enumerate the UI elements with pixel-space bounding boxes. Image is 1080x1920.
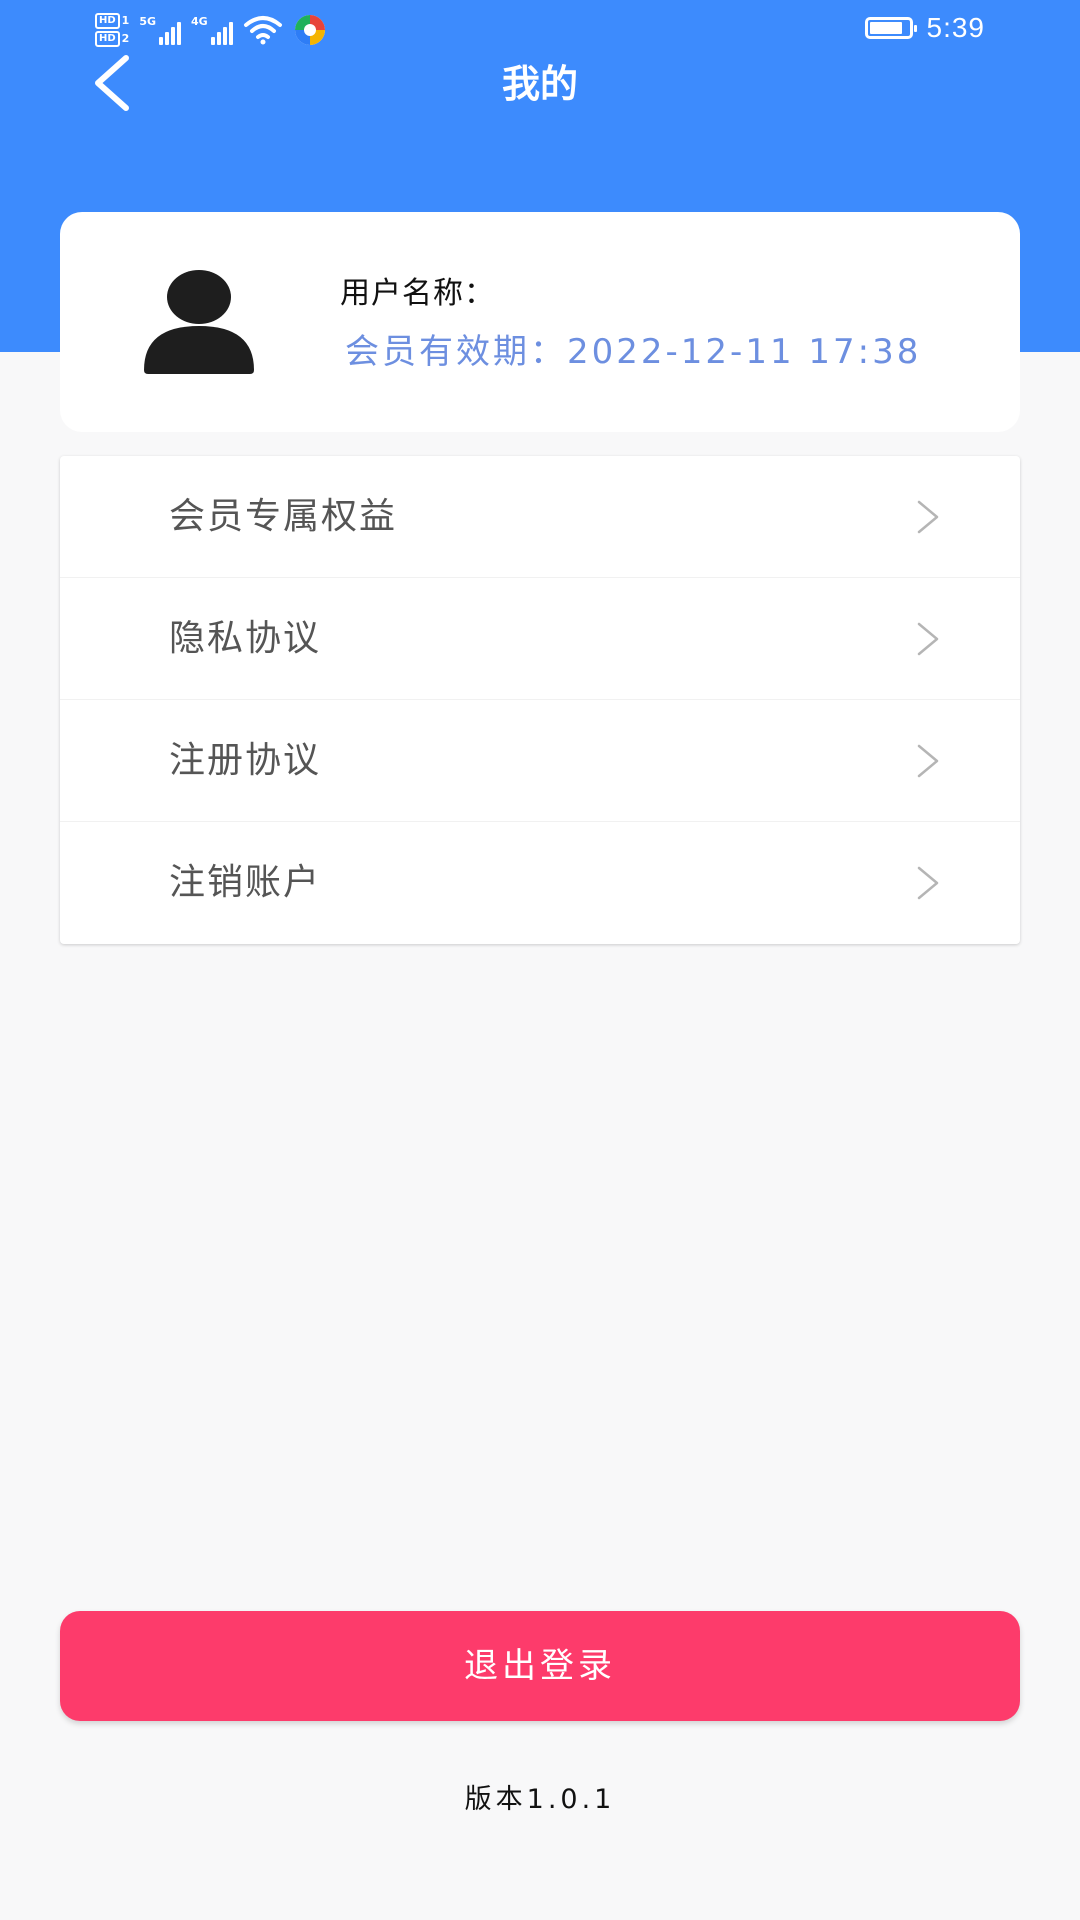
signal-bar [228, 22, 233, 45]
menu-item-label: 注册协议 [169, 740, 322, 781]
signal-5g-icon: 5G [139, 15, 182, 45]
version-label: 版本1.0.1 [464, 1784, 616, 1815]
signal-bar [171, 27, 176, 45]
status-bar: HD 1 HD 2 5G 4G 5:39 [0, 0, 1080, 58]
username-label: 用户名称： [340, 276, 495, 311]
menu-item-label: 会员专属权益 [169, 496, 398, 537]
menu-item-registration-agreement[interactable]: 注册协议 [60, 700, 1020, 822]
sim1-hd-badge: HD 1 [95, 13, 129, 29]
signal-bar [216, 32, 221, 45]
sim-indicators: HD 1 HD 2 [95, 13, 129, 47]
hd-icon: HD [95, 13, 120, 29]
sim2-hd-badge: HD 2 [95, 31, 129, 47]
status-left-icons: HD 1 HD 2 5G 4G [95, 6, 327, 54]
membership-expiry: 会员有效期：2022-12-11 17:38 [345, 332, 922, 372]
app-notification-icon [294, 15, 325, 45]
menu-item-delete-account[interactable]: 注销账户 [60, 822, 1020, 944]
menu-list: 会员专属权益 隐私协议 注册协议 注销账户 [60, 456, 1020, 944]
menu-item-privacy-policy[interactable]: 隐私协议 [60, 578, 1020, 700]
chevron-right-icon [917, 622, 939, 656]
sim2-index: 2 [121, 32, 130, 45]
status-right-icons: 5:39 [864, 8, 986, 48]
signal-bar [165, 32, 170, 45]
sim1-index: 1 [121, 14, 130, 27]
menu-item-label: 隐私协议 [169, 618, 322, 659]
battery-icon [864, 17, 917, 39]
network1-label: 5G [139, 15, 157, 28]
signal-bar [159, 37, 164, 45]
status-time: 5:39 [926, 12, 985, 43]
hd-icon: HD [95, 31, 120, 47]
battery-fill [869, 22, 902, 34]
chevron-right-icon [917, 744, 939, 778]
user-silhouette-icon [144, 270, 254, 374]
network2-label: 4G [191, 15, 208, 28]
signal-4g-icon: 4G [191, 15, 233, 45]
chevron-right-icon [917, 500, 939, 534]
logout-button[interactable]: 退出登录 [60, 1611, 1020, 1721]
menu-item-member-benefits[interactable]: 会员专属权益 [60, 456, 1020, 578]
profile-card: 用户名称： 会员有效期：2022-12-11 17:38 [60, 212, 1020, 432]
page-title: 我的 [501, 62, 578, 106]
chevron-right-icon [917, 866, 939, 900]
wifi-icon [243, 16, 282, 45]
signal-bar [222, 27, 227, 45]
signal-bar [177, 22, 182, 45]
signal-bar [210, 37, 215, 45]
menu-item-label: 注销账户 [169, 862, 322, 903]
